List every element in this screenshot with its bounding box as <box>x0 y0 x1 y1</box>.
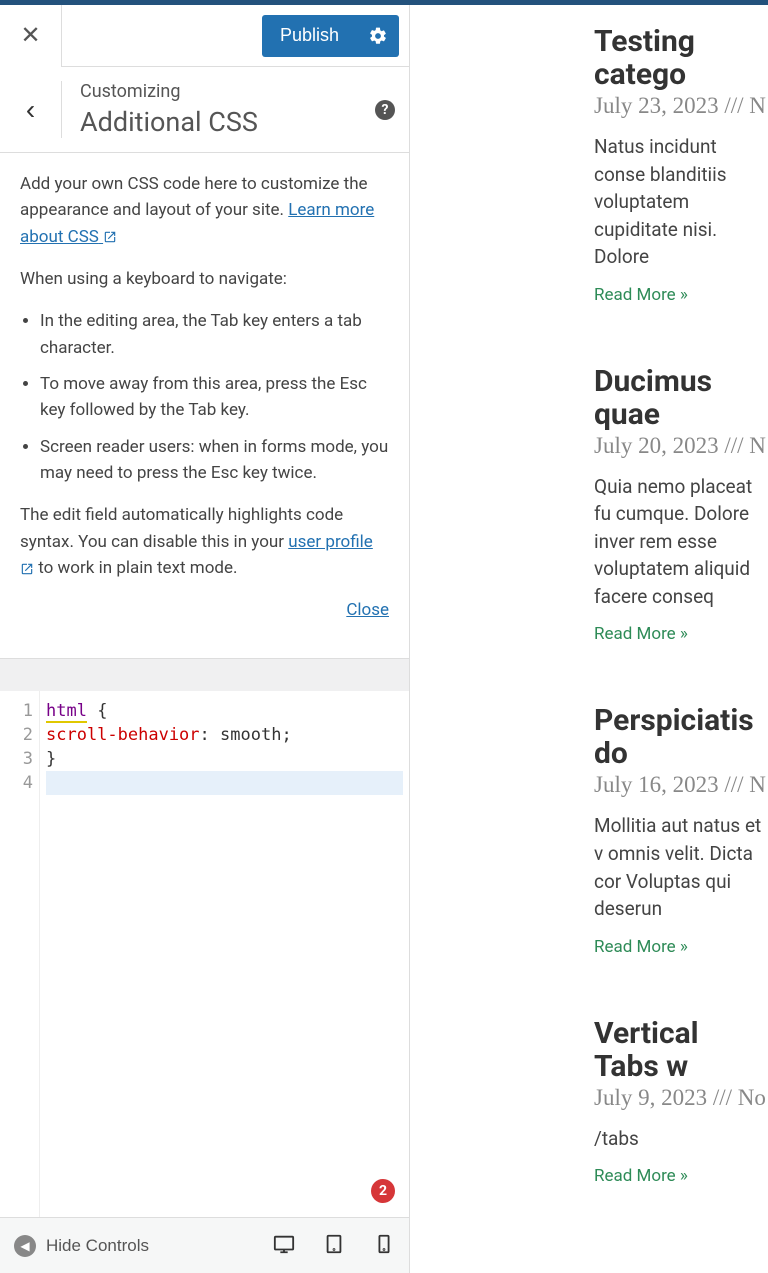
customizer-sidebar: ✕ Publish ‹ Customizing Additional CSS ?… <box>0 5 410 1273</box>
publish-button[interactable]: Publish <box>262 15 357 57</box>
post-title[interactable]: Testing catego <box>594 25 768 91</box>
read-more-link[interactable]: Read More » <box>594 1166 688 1186</box>
post-excerpt: /tabs <box>594 1125 768 1153</box>
close-help-link[interactable]: Close <box>346 600 389 620</box>
title-main: Additional CSS <box>80 106 357 138</box>
description-panel: Add your own CSS code here to customize … <box>0 153 409 659</box>
device-tablet-button[interactable] <box>323 1233 345 1258</box>
keyboard-tips-list: In the editing area, the Tab key enters … <box>20 308 389 486</box>
tablet-icon <box>323 1233 345 1255</box>
post-item: Vertical Tabs w July 9, 2023 /// No /tab… <box>594 1017 768 1187</box>
post-item: Testing catego July 23, 2023 /// N Natus… <box>594 25 768 305</box>
sidebar-header: ✕ Publish <box>0 5 409 67</box>
sidebar-footer: ◀ Hide Controls <box>0 1218 409 1273</box>
post-excerpt: Quia nemo placeat fu cumque. Dolore inve… <box>594 473 768 611</box>
code-area[interactable]: html { scroll-behavior: smooth; } <box>40 691 409 1217</box>
help-icon[interactable]: ? <box>375 100 395 120</box>
css-editor[interactable]: 1 2 3 4 html { scroll-behavior: smooth; … <box>0 659 409 1218</box>
post-title[interactable]: Perspiciatis do <box>594 704 768 770</box>
mobile-icon <box>373 1233 395 1255</box>
title-eyebrow: Customizing <box>80 81 357 102</box>
syntax-text: The edit field automatically highlights … <box>20 502 389 581</box>
section-title-row: ‹ Customizing Additional CSS ? <box>0 67 409 153</box>
list-item: In the editing area, the Tab key enters … <box>40 308 389 361</box>
list-item: Screen reader users: when in forms mode,… <box>40 434 389 487</box>
external-link-icon <box>103 230 117 244</box>
read-more-link[interactable]: Read More » <box>594 937 688 957</box>
close-button[interactable]: ✕ <box>0 5 62 67</box>
post-title[interactable]: Vertical Tabs w <box>594 1017 768 1083</box>
post-title[interactable]: Ducimus quae <box>594 365 768 431</box>
error-badge[interactable]: 2 <box>371 1179 395 1203</box>
device-desktop-button[interactable] <box>273 1233 295 1258</box>
device-mobile-button[interactable] <box>373 1233 395 1258</box>
keyboard-intro: When using a keyboard to navigate: <box>20 266 389 292</box>
post-excerpt: Natus incidunt conse blanditiis voluptat… <box>594 133 768 271</box>
desktop-icon <box>273 1233 295 1255</box>
post-meta: July 16, 2023 /// N <box>594 772 768 798</box>
read-more-link[interactable]: Read More » <box>594 624 688 644</box>
line-gutter: 1 2 3 4 <box>0 691 40 1217</box>
post-meta: July 9, 2023 /// No <box>594 1085 768 1111</box>
post-meta: July 23, 2023 /// N <box>594 93 768 119</box>
collapse-icon: ◀ <box>14 1235 36 1257</box>
read-more-link[interactable]: Read More » <box>594 285 688 305</box>
hide-controls-button[interactable]: ◀ Hide Controls <box>14 1235 149 1257</box>
post-excerpt: Mollitia aut natus et v omnis velit. Dic… <box>594 812 768 922</box>
intro-text: Add your own CSS code here to customize … <box>20 171 389 250</box>
external-link-icon <box>20 562 34 576</box>
gear-icon <box>368 26 388 46</box>
post-item: Perspiciatis do July 16, 2023 /// N Moll… <box>594 704 768 956</box>
back-button[interactable]: ‹ <box>0 81 62 138</box>
site-preview[interactable]: Testing catego July 23, 2023 /// N Natus… <box>410 5 768 1273</box>
publish-settings-button[interactable] <box>357 15 399 57</box>
list-item: To move away from this area, press the E… <box>40 371 389 424</box>
post-meta: July 20, 2023 /// N <box>594 433 768 459</box>
post-item: Ducimus quae July 20, 2023 /// N Quia ne… <box>594 365 768 645</box>
